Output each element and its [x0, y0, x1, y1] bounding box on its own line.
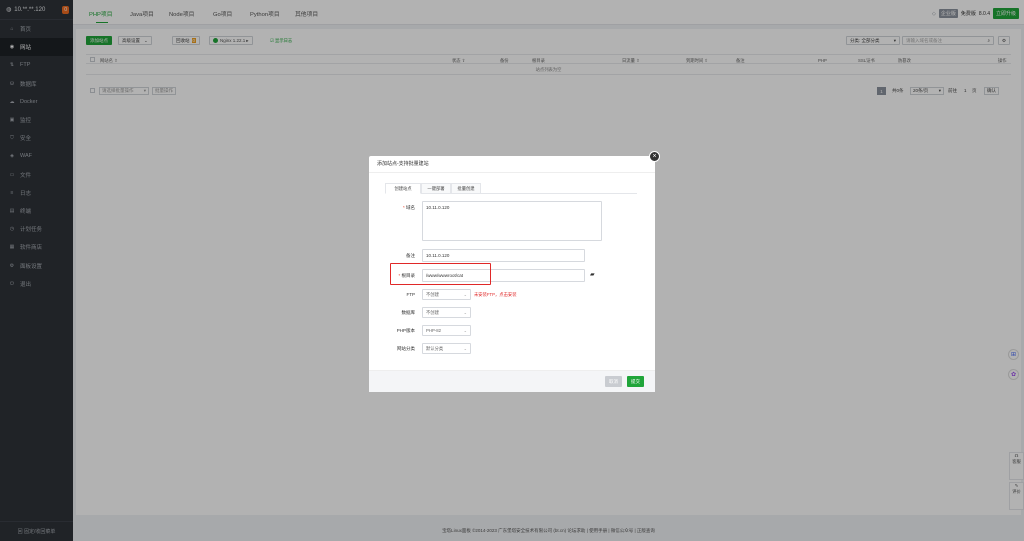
site-category-select[interactable]: 默认分类 ⌄ [422, 343, 471, 354]
php-version-label: PHP版本 [396, 328, 415, 333]
site-category-label: 网站分类 [397, 346, 415, 351]
database-select-value: 不创建 [426, 309, 439, 315]
cancel-button[interactable]: 取消 [605, 376, 622, 387]
tab-batch-create[interactable]: 批量创建 [451, 183, 481, 194]
dialog-title: 添加站点-支持批量建站 [369, 156, 655, 173]
database-select[interactable]: 不创建 ⌄ [422, 307, 471, 318]
remark-input[interactable]: 10.11.0.120 [422, 249, 585, 262]
ftp-select-value: 不创建 [426, 291, 439, 297]
database-label: 数据库 [401, 310, 416, 315]
submit-button[interactable]: 提交 [627, 376, 644, 387]
site-category-value: 默认分类 [426, 345, 444, 351]
remark-label: 备注 [406, 253, 415, 258]
tab-create-site[interactable]: 创建站点 [385, 183, 421, 194]
ftp-select[interactable]: 不创建 ⌄ [422, 289, 471, 300]
dialog-tabs: 创建站点 一键部署 批量创建 [385, 183, 637, 194]
ftp-install-link[interactable]: 未安装FTP，点击安装 [474, 292, 517, 298]
folder-open-icon[interactable]: ▰ [590, 271, 595, 278]
chevron-down-icon: ⌄ [463, 346, 467, 351]
chevron-down-icon: ⌄ [463, 328, 467, 333]
dialog-footer: 取消 提交 [369, 370, 655, 392]
domain-textarea[interactable]: 10.11.0.120 [422, 201, 602, 241]
domain-label-text: 域名 [406, 205, 415, 210]
chevron-down-icon: ⌄ [463, 292, 467, 297]
php-version-select[interactable]: PHP-82 ⌄ [422, 325, 471, 336]
chevron-down-icon: ⌄ [463, 310, 467, 315]
tab-one-click-deploy[interactable]: 一键部署 [421, 183, 451, 194]
close-icon[interactable]: × [649, 151, 660, 162]
php-version-value: PHP-82 [426, 328, 442, 333]
domain-label: * 域名 [402, 205, 415, 210]
root-dir-highlight [390, 263, 491, 285]
ftp-label: FTP [406, 292, 416, 297]
